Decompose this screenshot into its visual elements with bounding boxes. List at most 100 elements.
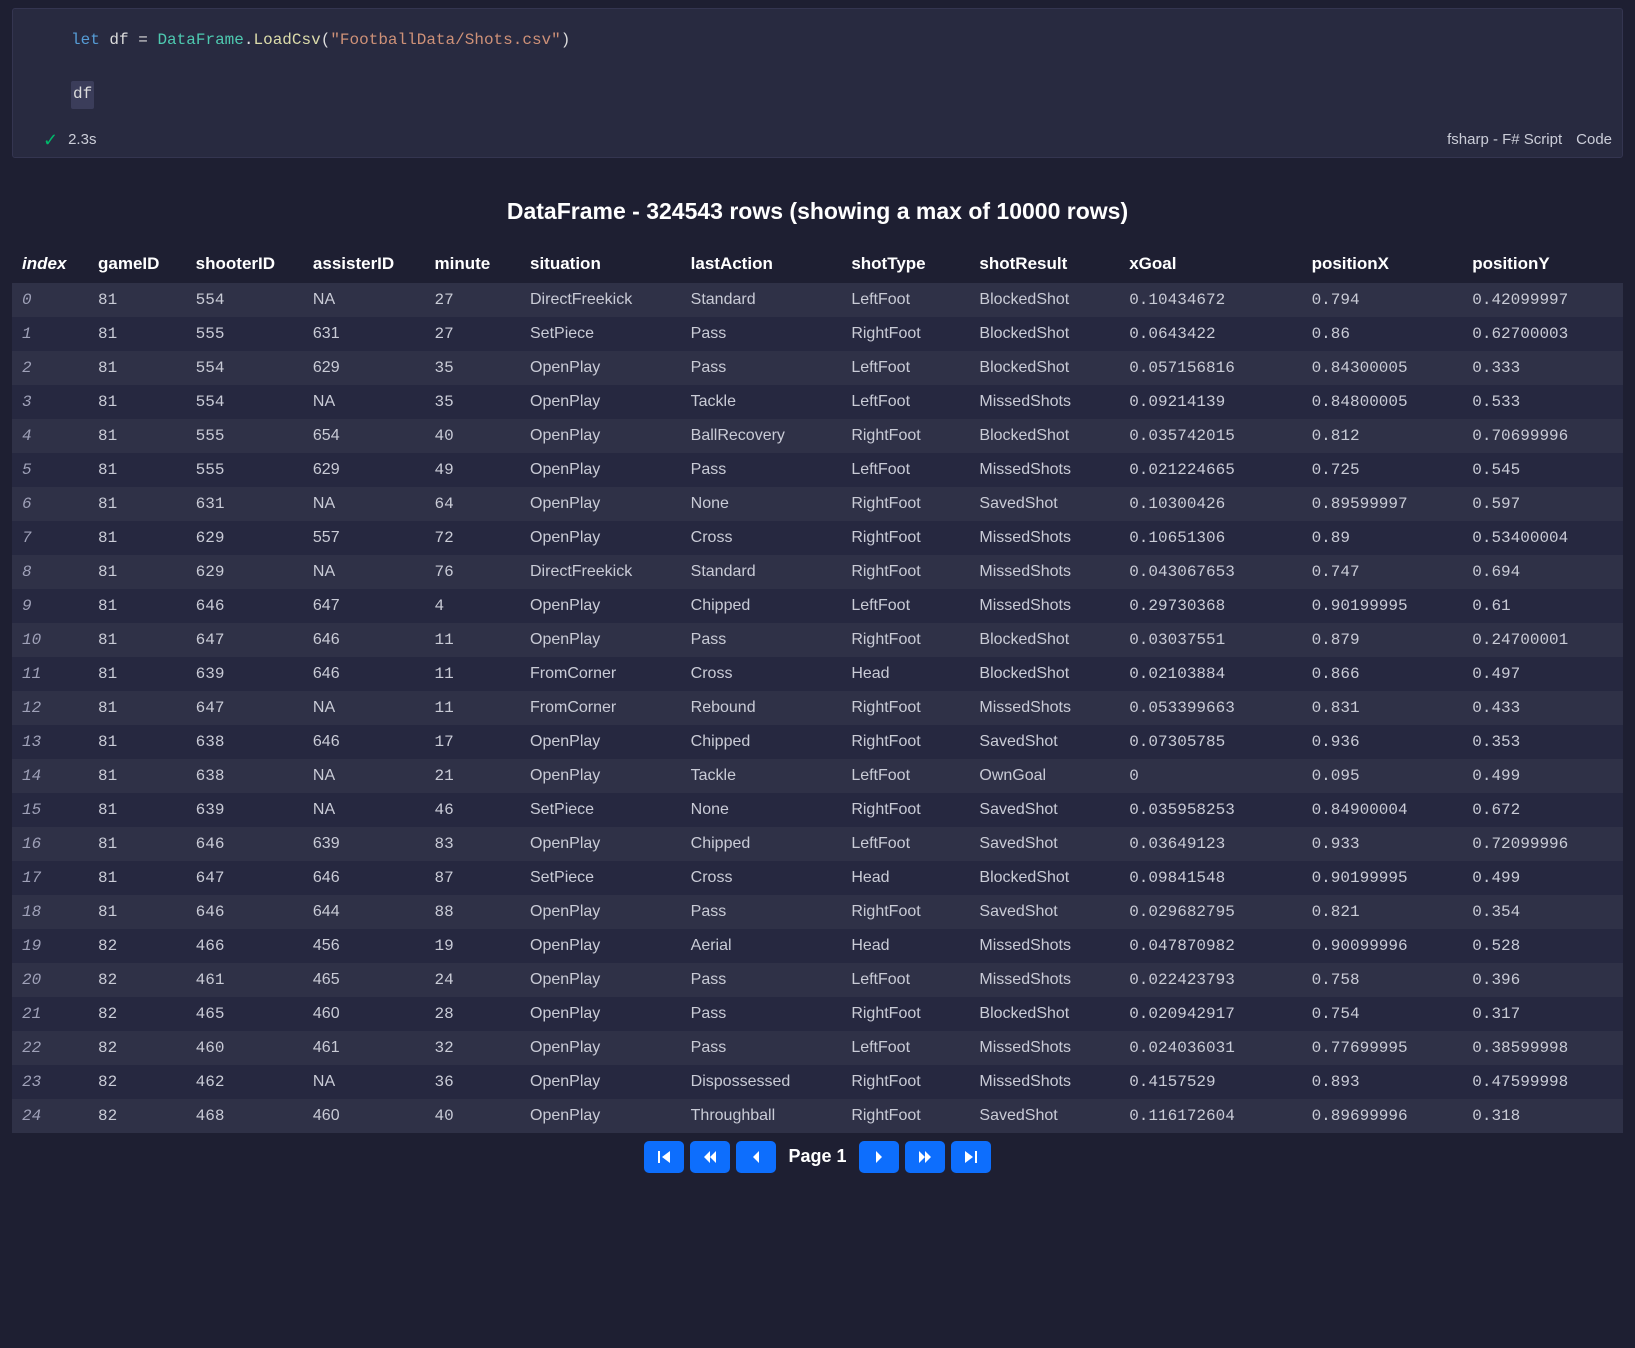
- cell-positionY: 0.533: [1462, 385, 1623, 419]
- cell-positionX: 0.747: [1302, 555, 1463, 589]
- cell-index: 5: [12, 453, 88, 487]
- table-row[interactable]: 18155563127SetPiecePassRightFootBlockedS…: [12, 317, 1623, 351]
- prev-fast-button[interactable]: [690, 1141, 730, 1173]
- cell-index: 23: [12, 1065, 88, 1099]
- cell-gameID: 81: [88, 827, 186, 861]
- cell-shotResult: MissedShots: [969, 521, 1119, 555]
- cell-lastAction: BallRecovery: [681, 419, 842, 453]
- next-icon: [871, 1149, 887, 1165]
- cell-index: 17: [12, 861, 88, 895]
- col-minute[interactable]: minute: [424, 245, 520, 283]
- cell-gameID: 81: [88, 555, 186, 589]
- cell-positionY: 0.499: [1462, 861, 1623, 895]
- table-row[interactable]: 1281647NA11FromCornerReboundRightFootMis…: [12, 691, 1623, 725]
- cell-shotResult: MissedShots: [969, 555, 1119, 589]
- cell-gameID: 82: [88, 1065, 186, 1099]
- cell-minute: 64: [424, 487, 520, 521]
- cell-shotType: RightFoot: [841, 793, 969, 827]
- cell-positionY: 0.353: [1462, 725, 1623, 759]
- table-row[interactable]: 198246645619OpenPlayAerialHeadMissedShot…: [12, 929, 1623, 963]
- cell-positionX: 0.90199995: [1302, 861, 1463, 895]
- table-row[interactable]: 118163964611FromCornerCrossHeadBlockedSh…: [12, 657, 1623, 691]
- table-row[interactable]: 138163864617OpenPlayChippedRightFootSave…: [12, 725, 1623, 759]
- cell-shotResult: SavedShot: [969, 895, 1119, 929]
- language-label[interactable]: fsharp - F# Script: [1447, 131, 1562, 148]
- cell-shotResult: BlockedShot: [969, 317, 1119, 351]
- cell-situation: OpenPlay: [520, 963, 681, 997]
- cell-gameID: 81: [88, 895, 186, 929]
- cell-shotType: LeftFoot: [841, 827, 969, 861]
- cell-assisterID: 461: [303, 1031, 425, 1065]
- cell-gameID: 81: [88, 691, 186, 725]
- cell-assisterID: NA: [303, 793, 425, 827]
- cell-xGoal: 0.047870982: [1119, 929, 1301, 963]
- cell-assisterID: 456: [303, 929, 425, 963]
- table-row[interactable]: 248246846040OpenPlayThroughballRightFoot…: [12, 1099, 1623, 1133]
- table-row[interactable]: 681631NA64OpenPlayNoneRightFootSavedShot…: [12, 487, 1623, 521]
- table-row[interactable]: 188164664488OpenPlayPassRightFootSavedSh…: [12, 895, 1623, 929]
- col-assisterID[interactable]: assisterID: [303, 245, 425, 283]
- table-row[interactable]: 381554NA35OpenPlayTackleLeftFootMissedSh…: [12, 385, 1623, 419]
- table-row[interactable]: 9816466474OpenPlayChippedLeftFootMissedS…: [12, 589, 1623, 623]
- cell-xGoal: 0.022423793: [1119, 963, 1301, 997]
- table-row[interactable]: 208246146524OpenPlayPassLeftFootMissedSh…: [12, 963, 1623, 997]
- cell-shooterID: 639: [186, 657, 303, 691]
- table-row[interactable]: 58155562949OpenPlayPassLeftFootMissedSho…: [12, 453, 1623, 487]
- col-index[interactable]: index: [12, 245, 88, 283]
- cell-assisterID: 557: [303, 521, 425, 555]
- code-expr: df: [71, 81, 94, 108]
- cell-assisterID: 646: [303, 725, 425, 759]
- table-row[interactable]: 1581639NA46SetPieceNoneRightFootSavedSho…: [12, 793, 1623, 827]
- cell-shotType: RightFoot: [841, 487, 969, 521]
- table-row[interactable]: 78162955772OpenPlayCrossRightFootMissedS…: [12, 521, 1623, 555]
- col-lastAction[interactable]: lastAction: [681, 245, 842, 283]
- cell-gameID: 82: [88, 997, 186, 1031]
- first-page-button[interactable]: [644, 1141, 684, 1173]
- table-row[interactable]: 228246046132OpenPlayPassLeftFootMissedSh…: [12, 1031, 1623, 1065]
- table-row[interactable]: 28155462935OpenPlayPassLeftFootBlockedSh…: [12, 351, 1623, 385]
- cell-shooterID: 554: [186, 283, 303, 317]
- cell-lastAction: None: [681, 487, 842, 521]
- cell-shooterID: 466: [186, 929, 303, 963]
- table-row[interactable]: 881629NA76DirectFreekickStandardRightFoo…: [12, 555, 1623, 589]
- table-row[interactable]: 1481638NA21OpenPlayTackleLeftFootOwnGoal…: [12, 759, 1623, 793]
- col-situation[interactable]: situation: [520, 245, 681, 283]
- cell-gameID: 81: [88, 793, 186, 827]
- cell-shotType: RightFoot: [841, 521, 969, 555]
- col-shotResult[interactable]: shotResult: [969, 245, 1119, 283]
- cell-shooterID: 638: [186, 725, 303, 759]
- cell-xGoal: 0.021224665: [1119, 453, 1301, 487]
- table-row[interactable]: 081554NA27DirectFreekickStandardLeftFoot…: [12, 283, 1623, 317]
- col-shotType[interactable]: shotType: [841, 245, 969, 283]
- cell-lastAction: Tackle: [681, 385, 842, 419]
- cell-kind-label[interactable]: Code: [1576, 131, 1612, 148]
- col-positionY[interactable]: positionY: [1462, 245, 1623, 283]
- col-positionX[interactable]: positionX: [1302, 245, 1463, 283]
- table-row[interactable]: 2382462NA36OpenPlayDispossessedRightFoot…: [12, 1065, 1623, 1099]
- cell-xGoal: 0.02103884: [1119, 657, 1301, 691]
- cell-index: 15: [12, 793, 88, 827]
- cell-positionY: 0.497: [1462, 657, 1623, 691]
- cell-index: 20: [12, 963, 88, 997]
- col-xGoal[interactable]: xGoal: [1119, 245, 1301, 283]
- cell-lastAction: Pass: [681, 1031, 842, 1065]
- cell-minute: 19: [424, 929, 520, 963]
- table-row[interactable]: 108164764611OpenPlayPassRightFootBlocked…: [12, 623, 1623, 657]
- code-editor[interactable]: let df = DataFrame.LoadCsv("FootballData…: [13, 9, 1622, 127]
- col-gameID[interactable]: gameID: [88, 245, 186, 283]
- cell-lastAction: Pass: [681, 895, 842, 929]
- cell-shotType: LeftFoot: [841, 453, 969, 487]
- page-label: Page 1: [788, 1146, 846, 1167]
- col-shooterID[interactable]: shooterID: [186, 245, 303, 283]
- code-variable: df: [109, 31, 128, 49]
- cell-minute: 87: [424, 861, 520, 895]
- cell-lastAction: Pass: [681, 997, 842, 1031]
- next-fast-button[interactable]: [905, 1141, 945, 1173]
- table-row[interactable]: 218246546028OpenPlayPassRightFootBlocked…: [12, 997, 1623, 1031]
- next-page-button[interactable]: [859, 1141, 899, 1173]
- table-row[interactable]: 168164663983OpenPlayChippedLeftFootSaved…: [12, 827, 1623, 861]
- table-row[interactable]: 48155565440OpenPlayBallRecoveryRightFoot…: [12, 419, 1623, 453]
- table-row[interactable]: 178164764687SetPieceCrossHeadBlockedShot…: [12, 861, 1623, 895]
- last-page-button[interactable]: [951, 1141, 991, 1173]
- prev-page-button[interactable]: [736, 1141, 776, 1173]
